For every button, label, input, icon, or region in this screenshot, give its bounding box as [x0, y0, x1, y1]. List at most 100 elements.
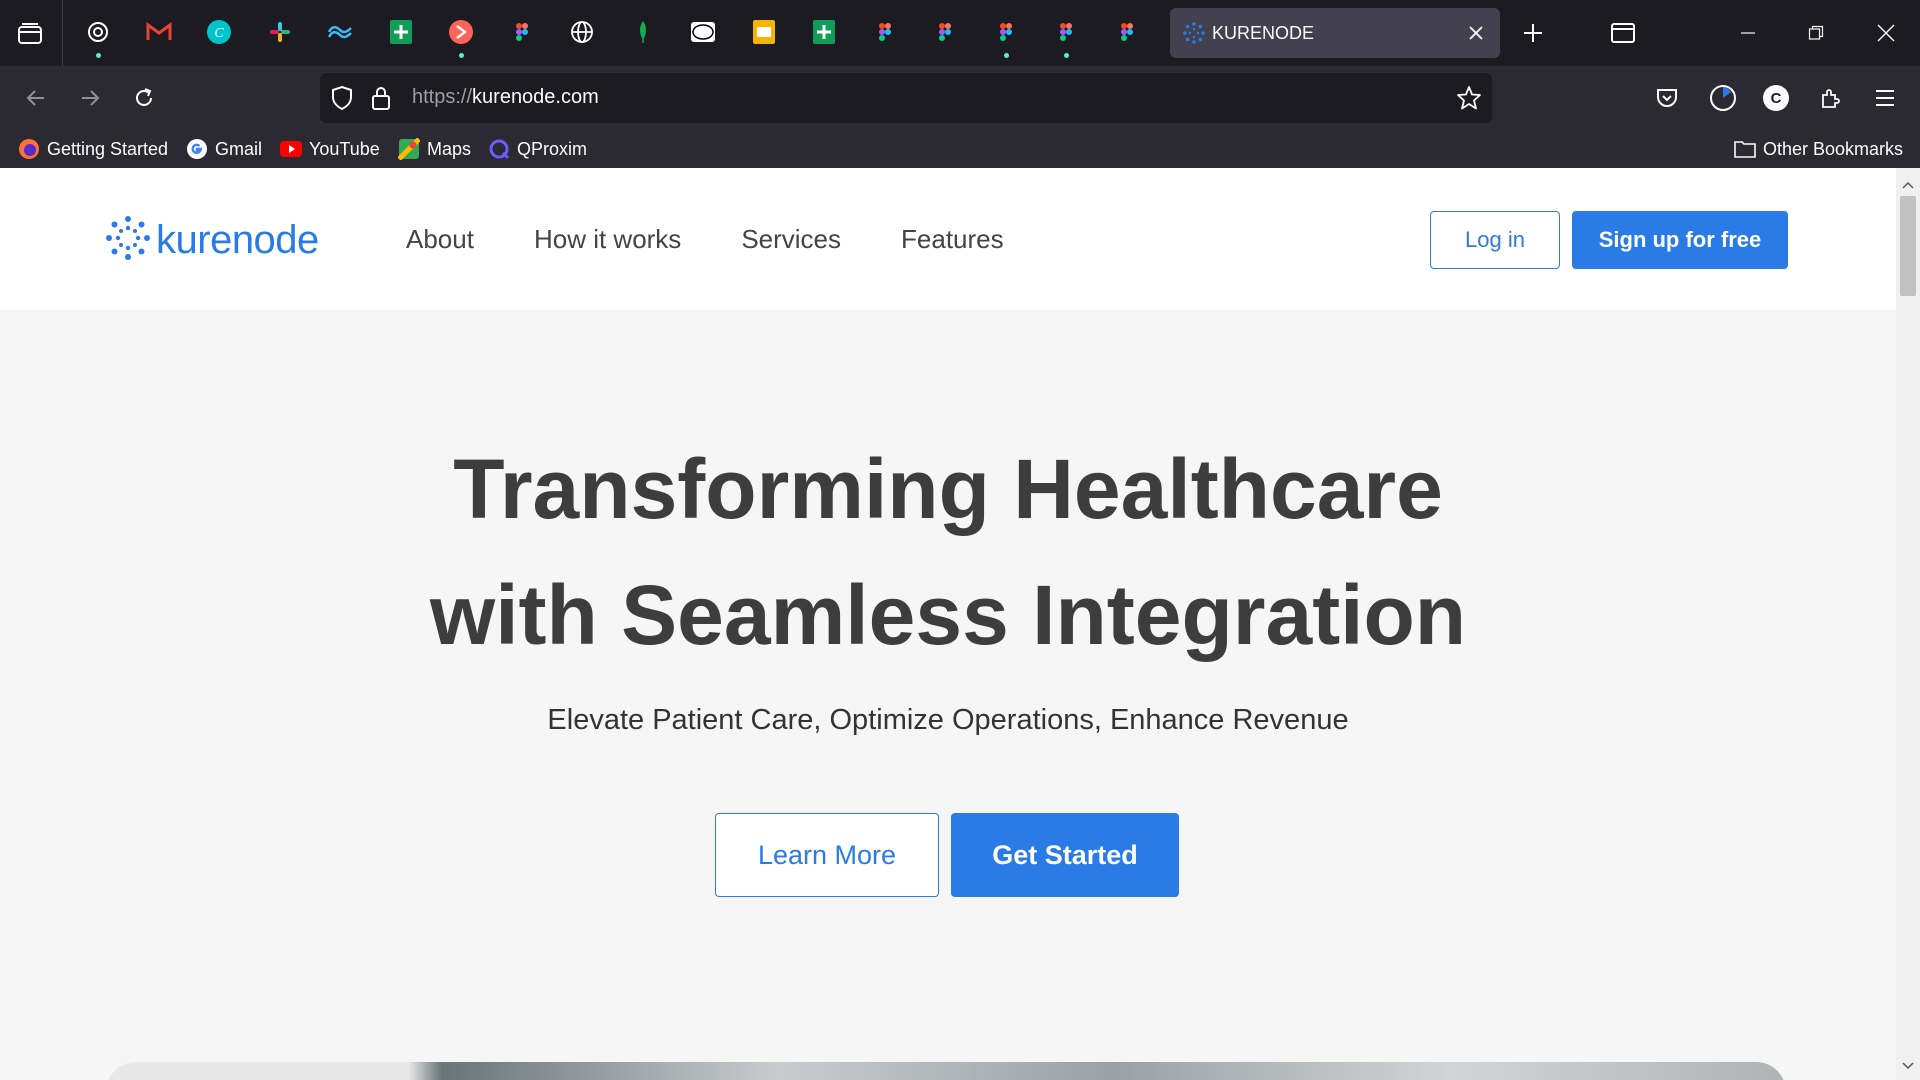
star-icon[interactable]: [1456, 85, 1482, 115]
bookmark-label: Gmail: [215, 138, 263, 159]
pinned-tab[interactable]: [381, 14, 421, 54]
google-icon: [186, 138, 208, 160]
kurenode-icon: [1182, 21, 1206, 49]
bookmark-label: QProxim: [517, 138, 588, 159]
minimize-button[interactable]: [1714, 10, 1782, 56]
bookmark-label: Maps: [427, 138, 472, 159]
tab-list-icon[interactable]: [14, 18, 46, 50]
scroll-up-icon[interactable]: [1902, 174, 1914, 193]
figma-icon: [938, 22, 952, 46]
menu-icon[interactable]: [1866, 79, 1904, 117]
tab-strip: C KURENODE: [0, 0, 1920, 66]
avatar-initial: C: [1763, 85, 1789, 111]
pinned-tab[interactable]: [78, 14, 118, 58]
account-avatar[interactable]: C: [1757, 79, 1795, 117]
pinned-tab[interactable]: [986, 14, 1026, 58]
close-icon[interactable]: [1464, 21, 1488, 45]
scrollbar-thumb[interactable]: [1900, 196, 1916, 296]
attention-dot: [1003, 53, 1009, 58]
site-header: kurenode About How it works Services Fea…: [0, 168, 1896, 310]
extensions-icon[interactable]: [1812, 79, 1850, 117]
hero-title: Transforming Healthcare with Seamless In…: [0, 426, 1896, 678]
pinned-tab[interactable]: [804, 14, 844, 54]
bookmarks-toolbar: Getting Started Gmail YouTube Maps QProx…: [0, 130, 1920, 168]
kurenode-logo-icon: [106, 216, 150, 264]
pocket-icon[interactable]: [1648, 79, 1686, 117]
page-content: kurenode About How it works Services Fea…: [0, 168, 1896, 1080]
maps-icon: [398, 138, 420, 160]
url-text[interactable]: https://kurenode.com: [412, 86, 599, 109]
pinned-tab[interactable]: [1046, 14, 1086, 58]
login-button[interactable]: Log in: [1430, 211, 1560, 269]
new-tab-button[interactable]: [1516, 16, 1550, 50]
hero-image: [106, 1062, 1786, 1080]
learn-more-button[interactable]: Learn More: [715, 813, 939, 897]
bookmark-other-bookmarks[interactable]: Other Bookmarks: [1734, 136, 1903, 162]
timer-extension-icon[interactable]: [1704, 79, 1742, 117]
back-button[interactable]: [16, 78, 56, 118]
globe-icon: [570, 20, 594, 48]
tab-title: KURENODE: [1212, 23, 1315, 43]
hero-title-line1: Transforming Healthcare: [453, 442, 1443, 536]
pinned-tab[interactable]: [1107, 14, 1147, 54]
bookmark-getting-started[interactable]: Getting Started: [18, 136, 168, 162]
logo-text: kurenode: [156, 217, 319, 262]
producthunt-icon: [448, 19, 474, 49]
slack-icon: [268, 20, 292, 48]
firefox-view-icon[interactable]: [1608, 18, 1638, 48]
pinned-tab[interactable]: [865, 14, 905, 54]
tab-kurenode[interactable]: KURENODE: [1170, 8, 1500, 58]
google-sheets-icon: [812, 19, 836, 49]
pinned-tab[interactable]: [260, 14, 300, 54]
nav-how-it-works[interactable]: How it works: [534, 224, 681, 255]
nav-about[interactable]: About: [406, 224, 474, 255]
bookmark-qproxim[interactable]: QProxim: [488, 136, 587, 162]
pinned-tab[interactable]: C: [199, 14, 239, 54]
get-started-button[interactable]: Get Started: [951, 813, 1179, 897]
nav-services[interactable]: Services: [741, 224, 841, 255]
gmail-icon: [146, 22, 172, 46]
main-nav: About How it works Services Features: [406, 224, 1004, 255]
shield-icon[interactable]: [330, 85, 354, 115]
pinned-tab[interactable]: [139, 14, 179, 54]
bookmark-gmail[interactable]: Gmail: [186, 136, 262, 162]
lock-icon[interactable]: [370, 85, 392, 115]
mtn-icon: [690, 21, 716, 47]
pinned-tab[interactable]: [623, 14, 663, 54]
scroll-down-icon[interactable]: [1902, 1055, 1914, 1074]
nav-features[interactable]: Features: [901, 224, 1004, 255]
bookmark-label: Other Bookmarks: [1763, 138, 1904, 159]
canva-icon: C: [206, 19, 232, 49]
forward-button[interactable]: [70, 78, 110, 118]
qproxim-icon: [488, 138, 510, 160]
pinned-tab[interactable]: [744, 14, 784, 54]
pinned-tab[interactable]: [925, 14, 965, 54]
svg-text:C: C: [214, 26, 224, 41]
bookmark-youtube[interactable]: YouTube: [280, 136, 380, 162]
navigation-toolbar: https://kurenode.com C: [0, 66, 1920, 130]
pinned-tab[interactable]: [683, 14, 723, 54]
pinned-tab[interactable]: [441, 14, 481, 58]
page-scrollbar[interactable]: [1896, 168, 1920, 1080]
close-window-button[interactable]: [1852, 10, 1920, 56]
signup-button[interactable]: Sign up for free: [1572, 211, 1788, 269]
bookmark-maps[interactable]: Maps: [398, 136, 471, 162]
address-bar[interactable]: https://kurenode.com: [320, 73, 1492, 123]
bookmark-label: Getting Started: [47, 138, 169, 159]
hero-subtitle: Elevate Patient Care, Optimize Operation…: [547, 704, 1349, 736]
figma-icon: [878, 22, 892, 46]
figma-icon: [515, 22, 529, 46]
figma-icon: [1059, 22, 1073, 46]
folder-icon: [1734, 138, 1756, 160]
figma-icon: [1120, 22, 1134, 46]
openai-icon: [86, 20, 110, 48]
pinned-tab[interactable]: [320, 14, 360, 54]
pinned-tab[interactable]: [502, 14, 542, 54]
reload-button[interactable]: [124, 78, 164, 118]
pinned-tab[interactable]: [562, 14, 602, 54]
firefox-icon: [18, 138, 40, 160]
tab-separator: [62, 0, 63, 66]
google-sheets-icon: [389, 19, 413, 49]
site-logo[interactable]: kurenode: [106, 216, 319, 264]
restore-button[interactable]: [1782, 10, 1850, 56]
